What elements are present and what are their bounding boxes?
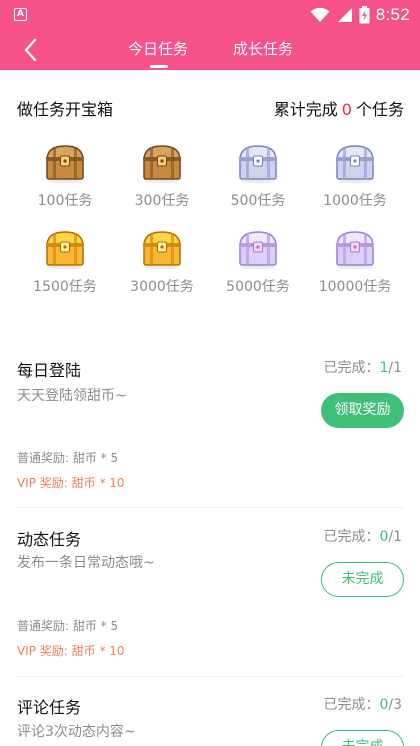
treasure-chest-1[interactable]: 100任务 xyxy=(17,142,113,210)
wifi-icon xyxy=(310,7,330,22)
progress-total: /3 xyxy=(388,697,402,713)
treasure-chest-2[interactable]: 300任务 xyxy=(114,142,210,210)
status-bar: A 8:52 xyxy=(0,0,420,30)
battery-icon xyxy=(359,6,370,24)
progress-total: /1 xyxy=(388,529,402,545)
treasure-chest-label: 1000任务 xyxy=(323,193,387,209)
task-progress: 已完成：0/3 xyxy=(323,694,402,714)
top-nav: 今日任务 成长任务 xyxy=(0,30,420,70)
app-notification-icon: A xyxy=(14,8,27,21)
progress-total: /1 xyxy=(388,360,402,376)
treasure-chest-3[interactable]: 500任务 xyxy=(210,142,306,210)
treasure-chest-label: 100任务 xyxy=(37,193,93,209)
back-arrow-icon xyxy=(24,38,37,62)
task-card-post-dynamic: 动态任务 发布一条日常动态哦~ 已完成：0/1 未完成 普通奖励: 甜币 * 5… xyxy=(0,524,420,676)
task-card-daily-login: 每日登陆 天天登陆领甜币~ 已完成：1/1 领取奖励 普通奖励: 甜币 * 5 … xyxy=(0,355,420,507)
treasure-chest-icon xyxy=(143,145,181,184)
treasure-chest-label: 300任务 xyxy=(134,193,190,209)
divider xyxy=(17,676,403,677)
treasure-chest-8[interactable]: 10000任务 xyxy=(307,228,403,296)
treasure-chest-4[interactable]: 1000任务 xyxy=(307,142,403,210)
normal-reward: 普通奖励: 甜币 * 5 xyxy=(17,619,119,633)
task-card-comment: 评论任务 评论3次动态内容~ 已完成：0/3 未完成 xyxy=(0,692,420,746)
completed-count-value: 0 xyxy=(341,100,352,119)
divider xyxy=(17,507,403,508)
treasure-chest-icon xyxy=(143,231,181,270)
treasure-chest-label: 10000任务 xyxy=(318,279,392,295)
task-progress: 已完成：1/1 xyxy=(323,357,402,377)
task-description: 天天登陆领甜币~ xyxy=(17,388,127,404)
completed-count: 累计完成 0 个任务 xyxy=(274,96,404,120)
completed-count-prefix: 累计完成 xyxy=(273,100,338,119)
task-title: 动态任务 xyxy=(17,530,82,549)
progress-label: 已完成： xyxy=(323,360,380,376)
progress-label: 已完成： xyxy=(323,529,380,545)
not-completed-button[interactable]: 未完成 xyxy=(321,730,404,746)
not-completed-button[interactable]: 未完成 xyxy=(321,562,404,597)
signal-icon xyxy=(337,8,352,22)
treasure-chest-5[interactable]: 1500任务 xyxy=(17,228,113,296)
clock: 8:52 xyxy=(375,5,410,24)
completed-count-suffix: 个任务 xyxy=(355,100,404,119)
active-tab-indicator xyxy=(150,65,168,68)
treasure-section-title: 做任务开宝箱 xyxy=(17,100,114,119)
treasure-chest-icon xyxy=(46,145,84,184)
treasure-chest-7[interactable]: 5000任务 xyxy=(210,228,306,296)
normal-reward: 普通奖励: 甜币 * 5 xyxy=(17,451,119,465)
treasure-chest-icon xyxy=(336,231,374,270)
treasure-chest-icon xyxy=(46,231,84,270)
treasure-chest-icon xyxy=(239,231,277,270)
vip-reward: VIP 奖励: 甜币 * 10 xyxy=(17,476,125,490)
task-title: 每日登陆 xyxy=(17,361,82,380)
system-icons: 8:52 xyxy=(310,4,410,26)
tab-today-tasks[interactable]: 今日任务 xyxy=(128,38,188,59)
treasure-chest-icon xyxy=(239,145,277,184)
vip-reward: VIP 奖励: 甜币 * 10 xyxy=(17,644,125,658)
task-description: 发布一条日常动态哦~ xyxy=(17,555,155,571)
treasure-chest-label: 500任务 xyxy=(230,193,286,209)
treasure-chest-label: 5000任务 xyxy=(226,279,290,295)
treasure-chest-label: 3000任务 xyxy=(130,279,194,295)
back-button[interactable] xyxy=(18,36,48,64)
task-title: 评论任务 xyxy=(17,698,82,717)
treasure-chest-icon xyxy=(336,145,374,184)
treasure-chest-label: 1500任务 xyxy=(33,279,97,295)
task-description: 评论3次动态内容~ xyxy=(17,724,136,740)
claim-reward-button[interactable]: 领取奖励 xyxy=(321,393,404,428)
tab-growth-tasks[interactable]: 成长任务 xyxy=(233,38,293,59)
treasure-chest-6[interactable]: 3000任务 xyxy=(114,228,210,296)
progress-label: 已完成： xyxy=(323,697,380,713)
task-progress: 已完成：0/1 xyxy=(323,526,402,546)
